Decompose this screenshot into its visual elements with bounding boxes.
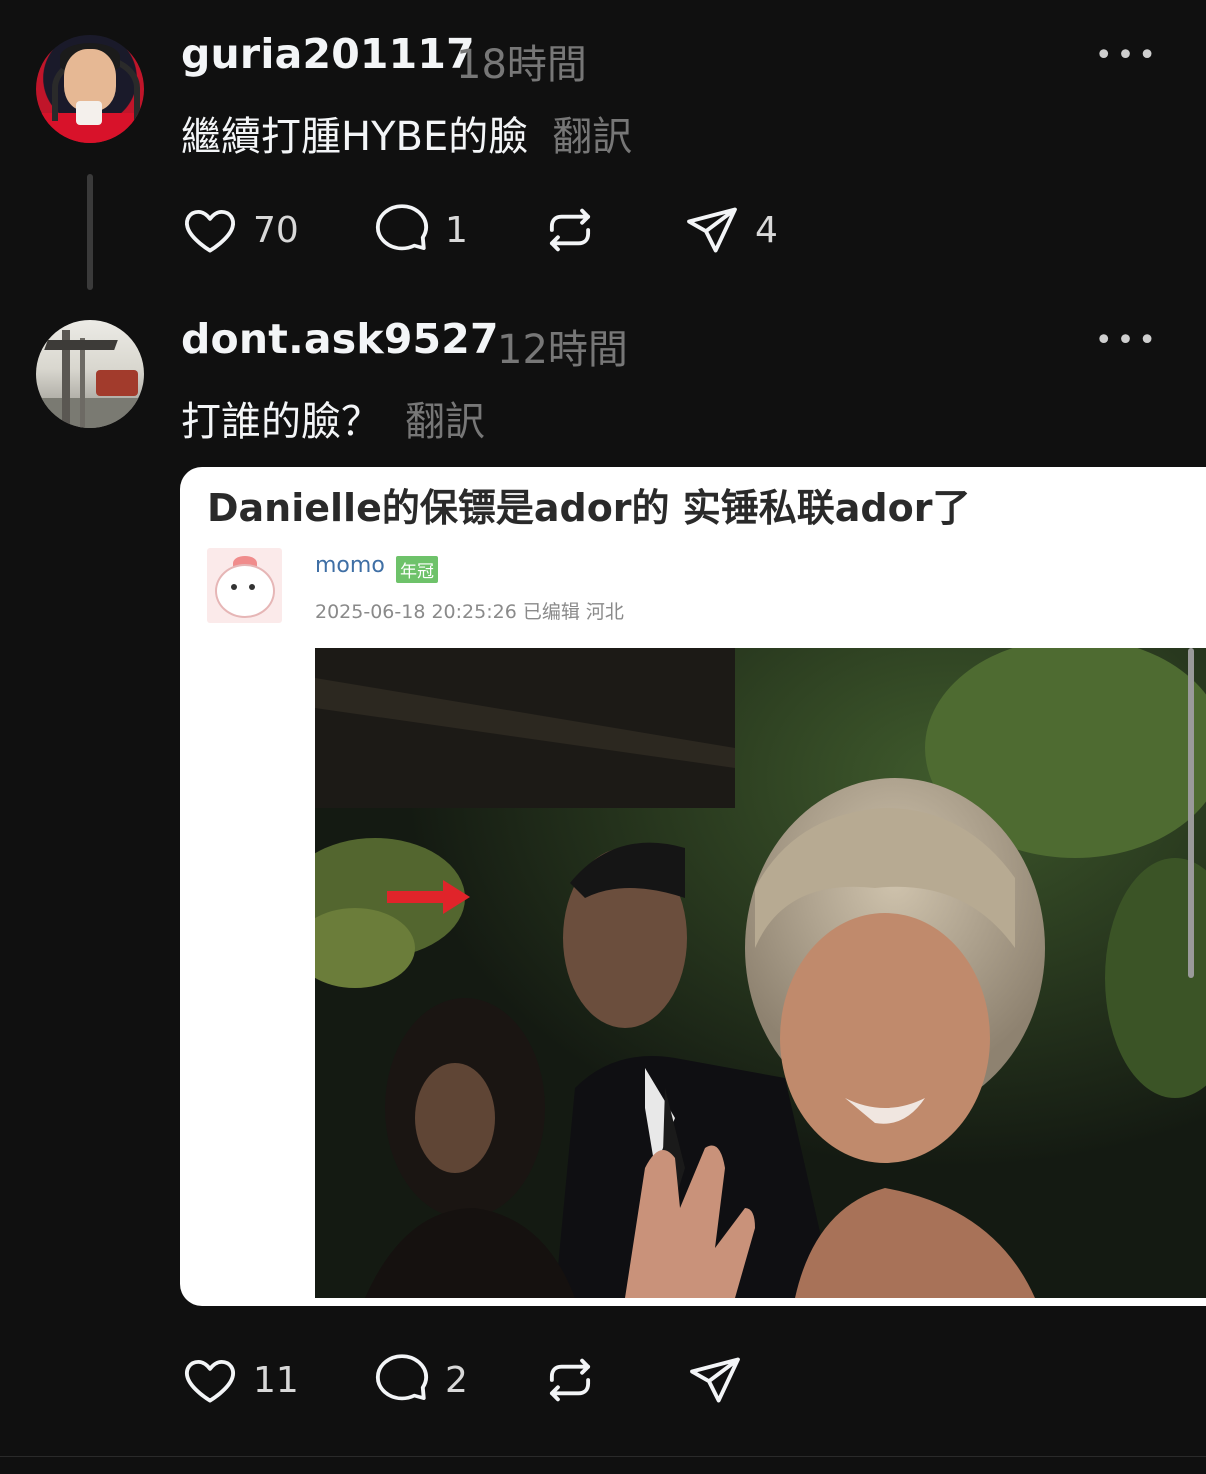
like-button[interactable]: 11 <box>181 1350 299 1410</box>
share-button[interactable] <box>686 1350 744 1410</box>
send-icon <box>690 1357 740 1403</box>
divider <box>0 1456 1206 1457</box>
like-count: 11 <box>253 1359 299 1401</box>
embedded-scrollbar <box>1188 648 1194 978</box>
translate-link[interactable]: 翻訳 <box>405 399 485 445</box>
attached-image[interactable]: Danielle的保镖是ador的 实锤私联ador了 momo 年冠 2025… <box>180 467 1206 1306</box>
post-text-content: 打誰的臉？ <box>181 399 381 445</box>
avatar[interactable] <box>36 320 144 428</box>
embedded-title: Danielle的保镖是ador的 实锤私联ador了 <box>207 486 971 530</box>
reply-button[interactable]: 2 <box>373 1350 468 1410</box>
repost-button[interactable] <box>541 1350 599 1410</box>
more-options-button[interactable]: ••• <box>1095 326 1160 356</box>
repost-icon <box>549 1358 591 1402</box>
heart-icon <box>185 1359 235 1403</box>
reply-count: 2 <box>445 1359 468 1401</box>
post-text: 打誰的臉？ 翻訳 <box>181 389 485 447</box>
embedded-photo <box>315 648 1206 1298</box>
embedded-badge: 年冠 <box>396 556 438 583</box>
action-bar: 11 2 <box>181 1350 881 1410</box>
embedded-author: momo <box>315 553 385 578</box>
embedded-meta: 2025-06-18 20:25:26 已编辑 河北 <box>315 601 624 623</box>
username[interactable]: dont.ask9527 <box>181 315 499 363</box>
post-dont-ask9527: dont.ask9527 12時間 ••• 打誰的臉？ 翻訳 Danielle的保… <box>0 0 1206 1474</box>
post-time: 12時間 <box>497 327 628 373</box>
comment-icon <box>375 1354 429 1401</box>
embedded-avatar <box>207 548 282 623</box>
